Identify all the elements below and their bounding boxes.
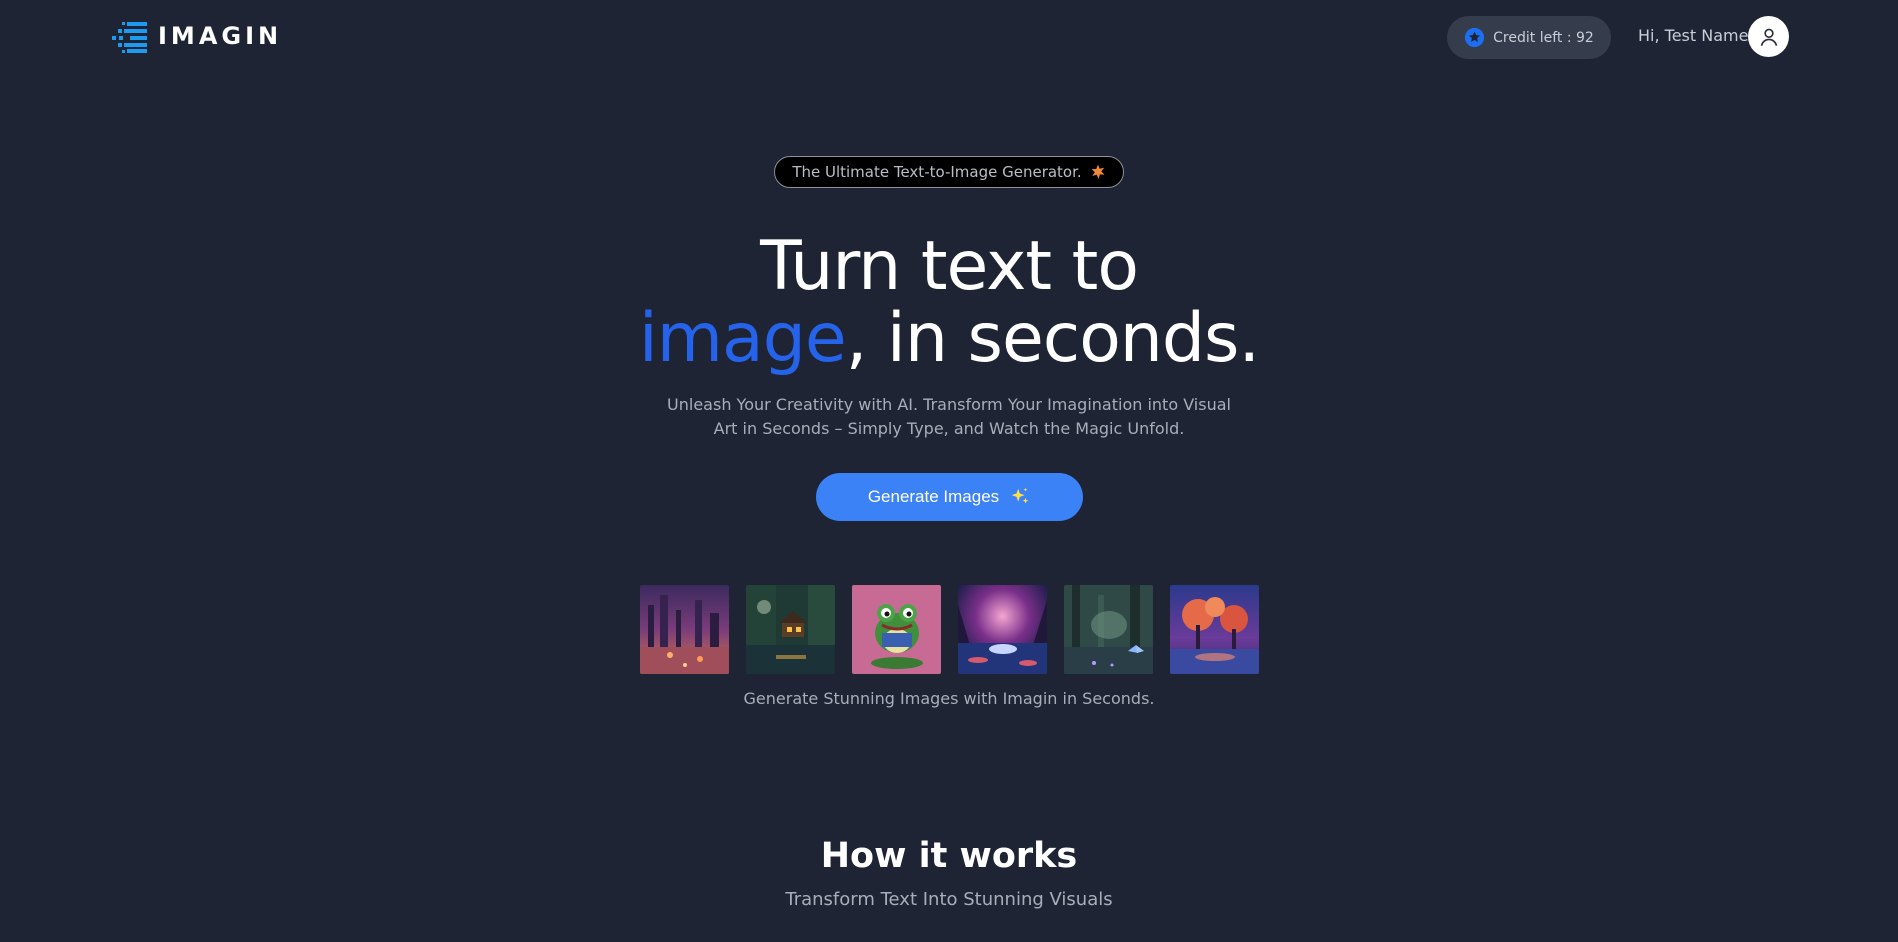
generate-images-button[interactable]: Generate Images [816,473,1083,521]
frog-image [852,585,941,674]
how-it-works-title: How it works [820,836,1078,876]
credits-badge[interactable]: Credit left : 92 [1447,16,1611,59]
neon-city-image [640,585,729,674]
headline-rest: , in seconds. [845,299,1260,378]
tagline-badge: The Ultimate Text-to-Image Generator. [774,156,1124,188]
gallery-caption: Generate Stunning Images with Imagin in … [743,689,1155,708]
image-gallery [640,585,1260,675]
page: IMAGIN Credit left : 92 Hi, Test Name Th… [0,0,1898,942]
credits-text: Credit left : 92 [1493,29,1594,46]
logo[interactable]: IMAGIN [110,18,282,54]
user-icon [1760,28,1777,46]
forest-cottage-image [746,585,835,674]
glowing-lake-image [958,585,1047,674]
fairy-forest-image [1064,585,1153,674]
sparkle-icon [1091,164,1105,179]
generate-images-label: Generate Images [867,487,1000,506]
headline-accent: image [638,299,847,378]
user-avatar[interactable] [1748,16,1789,57]
logo-text: IMAGIN [158,22,283,50]
tagline-text: The Ultimate Text-to-Image Generator. [792,163,1082,181]
star-icon [1465,27,1485,48]
sunset-trees-image [1170,585,1259,674]
header: IMAGIN Credit left : 92 Hi, Test Name [0,0,1898,74]
hero-subtitle: Unleash Your Creativity with AI. Transfo… [667,395,1231,438]
headline-line-1: Turn text to [760,227,1139,306]
user-greeting: Hi, Test Name [1638,26,1749,45]
how-it-works-subtitle: Transform Text Into Stunning Visuals [785,889,1113,910]
logo-icon [112,22,147,53]
headline-line-2: image, in seconds. [0,302,1898,376]
sparkles-icon [1011,487,1029,504]
